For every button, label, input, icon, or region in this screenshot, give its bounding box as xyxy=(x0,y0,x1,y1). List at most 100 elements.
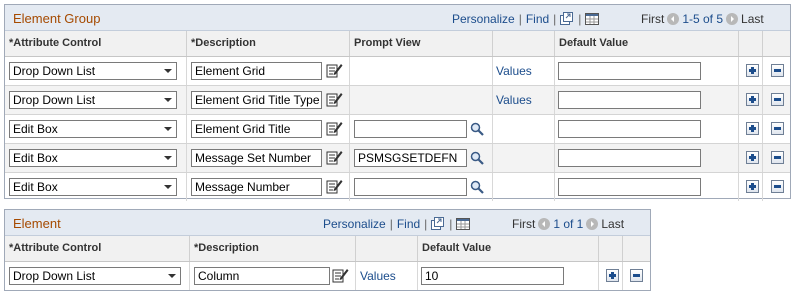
element-group-navbar: Element Group Personalize | Find | | First 1-… xyxy=(5,5,790,31)
next-icon[interactable] xyxy=(586,218,599,230)
col-add xyxy=(599,236,623,261)
select-value: Edit Box xyxy=(13,122,58,136)
delete-row-icon[interactable] xyxy=(771,151,784,164)
col-delete xyxy=(763,31,790,56)
col-prompt-view: Prompt View xyxy=(350,31,493,56)
element-pager: First 1 of 1 Last xyxy=(512,217,624,231)
description-field[interactable]: Element Grid Title Type xyxy=(191,91,322,109)
default-value-field[interactable] xyxy=(558,91,701,109)
add-row-icon[interactable] xyxy=(746,180,759,193)
values-link[interactable]: Values xyxy=(360,269,396,283)
col-description: *Description xyxy=(187,31,350,56)
description-field[interactable]: Message Set Number xyxy=(191,149,322,167)
edit-description-icon[interactable] xyxy=(325,177,343,195)
description-field[interactable]: Message Number xyxy=(191,178,322,196)
row-range: 1-5 of 5 xyxy=(682,12,724,26)
delete-row-icon[interactable] xyxy=(630,269,643,282)
chevron-down-icon xyxy=(164,98,172,102)
prompt-view-field[interactable]: PSMSGSETDEFN xyxy=(354,149,467,167)
default-value-field[interactable] xyxy=(558,120,701,138)
element-title: Element xyxy=(13,216,61,231)
element-grid: Element Personalize | Find | | First 1 of 1 La… xyxy=(4,209,651,291)
values-link[interactable]: Values xyxy=(496,64,532,78)
chevron-down-icon xyxy=(168,274,176,278)
find-link[interactable]: Find xyxy=(397,217,420,231)
previous-icon[interactable] xyxy=(667,13,680,25)
col-default-value: Default Value xyxy=(418,236,599,261)
description-field[interactable]: Element Grid Title xyxy=(191,120,322,138)
personalize-link[interactable]: Personalize xyxy=(452,12,515,26)
edit-description-icon[interactable] xyxy=(325,119,343,137)
description-field[interactable]: Column xyxy=(194,267,330,285)
default-value-field[interactable] xyxy=(558,149,701,167)
edit-description-icon[interactable] xyxy=(325,148,343,166)
separator: | xyxy=(553,12,557,27)
delete-row-icon[interactable] xyxy=(771,93,784,106)
table-row: Drop Down List Element Grid Title Type V… xyxy=(5,86,790,115)
previous-icon[interactable] xyxy=(538,218,551,230)
first-label: First xyxy=(512,217,536,231)
next-icon[interactable] xyxy=(726,13,739,25)
separator: | xyxy=(578,12,582,27)
last-label: Last xyxy=(601,217,625,231)
attribute-control-select[interactable]: Drop Down List xyxy=(9,91,177,109)
attribute-control-select[interactable]: Drop Down List xyxy=(9,267,181,285)
default-value-field[interactable]: 10 xyxy=(421,267,564,285)
element-group-header: *Attribute Control *Description Prompt V… xyxy=(5,31,790,57)
attribute-control-select[interactable]: Drop Down List xyxy=(9,62,177,80)
select-value: Edit Box xyxy=(13,180,58,194)
values-link[interactable]: Values xyxy=(496,93,532,107)
attribute-control-select[interactable]: Edit Box xyxy=(9,149,177,167)
col-attribute-control: *Attribute Control xyxy=(5,31,187,56)
prompt-view-field[interactable] xyxy=(354,178,467,196)
delete-row-icon[interactable] xyxy=(771,64,784,77)
chevron-down-icon xyxy=(164,69,172,73)
select-value: Drop Down List xyxy=(13,64,96,78)
lookup-icon[interactable] xyxy=(470,122,484,136)
col-default-value: Default Value xyxy=(555,31,739,56)
download-grid-icon[interactable] xyxy=(585,12,600,28)
element-group-grid: Element Group Personalize | Find | | First 1-… xyxy=(4,4,791,201)
add-row-icon[interactable] xyxy=(746,122,759,135)
separator: | xyxy=(518,12,522,27)
row-range: 1 of 1 xyxy=(553,217,584,231)
download-grid-icon[interactable] xyxy=(456,217,471,233)
lookup-icon[interactable] xyxy=(470,151,484,165)
chevron-down-icon xyxy=(164,156,172,160)
description-field[interactable]: Element Grid xyxy=(191,62,322,80)
view-all-icon[interactable] xyxy=(431,217,445,233)
element-navbar: Element Personalize | Find | | First 1 of 1 La… xyxy=(5,210,650,236)
default-value-field[interactable] xyxy=(558,62,701,80)
edit-description-icon[interactable] xyxy=(325,90,343,108)
add-row-icon[interactable] xyxy=(746,93,759,106)
view-all-icon[interactable] xyxy=(560,12,574,28)
add-row-icon[interactable] xyxy=(606,269,619,282)
lookup-icon[interactable] xyxy=(470,180,484,194)
element-group-title: Element Group xyxy=(13,11,101,26)
table-row: Edit Box Element Grid Title xyxy=(5,115,790,144)
prompt-view-field[interactable] xyxy=(354,120,467,138)
delete-row-icon[interactable] xyxy=(771,180,784,193)
last-label: Last xyxy=(741,12,764,26)
element-group-pager: First 1-5 of 5 Last xyxy=(641,12,764,26)
find-link[interactable]: Find xyxy=(526,12,549,26)
attribute-control-select[interactable]: Edit Box xyxy=(9,178,177,196)
delete-row-icon[interactable] xyxy=(771,122,784,135)
table-row: Drop Down List Element Grid Values xyxy=(5,57,790,86)
edit-description-icon[interactable] xyxy=(331,266,349,284)
add-row-icon[interactable] xyxy=(746,64,759,77)
edit-description-icon[interactable] xyxy=(325,61,343,79)
attribute-control-select[interactable]: Edit Box xyxy=(9,120,177,138)
table-row: Drop Down List Column Values 10 xyxy=(5,262,650,290)
add-row-icon[interactable] xyxy=(746,151,759,164)
table-row: Edit Box Message Number xyxy=(5,173,790,201)
element-header: *Attribute Control *Description Default … xyxy=(5,236,650,262)
default-value-field[interactable] xyxy=(558,178,701,196)
personalize-link[interactable]: Personalize xyxy=(323,217,386,231)
first-label: First xyxy=(641,12,665,26)
separator: | xyxy=(389,217,393,232)
separator: | xyxy=(424,217,428,232)
separator: | xyxy=(449,217,453,232)
col-values xyxy=(356,236,418,261)
col-add xyxy=(739,31,763,56)
